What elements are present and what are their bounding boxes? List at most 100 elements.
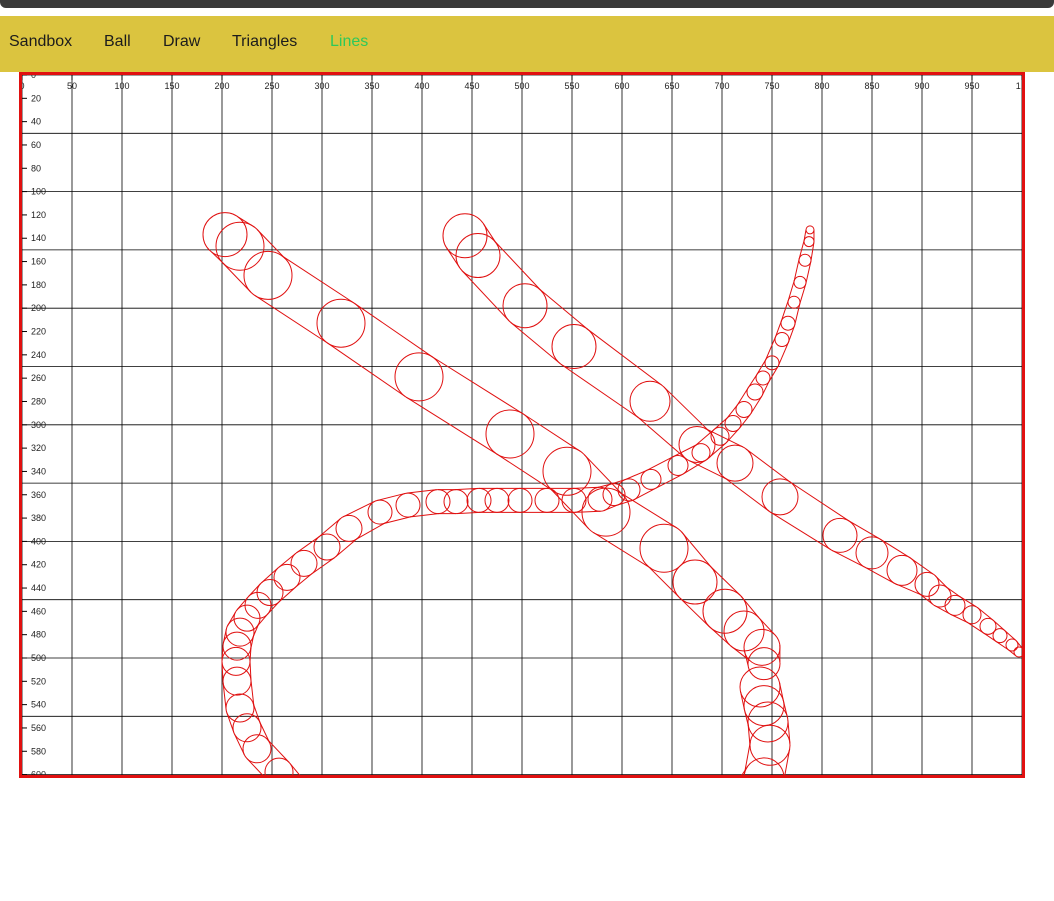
- x-tick-label: 600: [614, 81, 629, 91]
- stroke-circle: [273, 563, 301, 591]
- stroke-edge: [847, 520, 880, 540]
- stroke-circle: [1005, 638, 1019, 652]
- x-tick-label: 850: [864, 81, 879, 91]
- stroke-circle: [710, 426, 730, 446]
- x-tick-label: 0: [22, 81, 25, 91]
- stroke-circle: [264, 757, 294, 775]
- stroke-circle: [551, 324, 597, 370]
- stroke-circle: [290, 549, 318, 577]
- stroke-circle: [793, 275, 807, 289]
- y-tick-label: 180: [31, 280, 46, 290]
- stroke-circle: [716, 444, 754, 482]
- stroke-edge: [787, 280, 795, 301]
- stroke-circle: [805, 225, 815, 235]
- grid-lines: [22, 75, 1022, 775]
- y-tick-label: 140: [31, 233, 46, 243]
- stroke-circle: [780, 315, 796, 331]
- y-tick-label: 600: [31, 770, 46, 775]
- stroke-circle: [313, 533, 341, 561]
- y-tick-label: 440: [31, 583, 46, 593]
- stroke-circle: [667, 454, 689, 476]
- y-tick-label: 500: [31, 653, 46, 663]
- stroke-circle: [747, 701, 789, 743]
- x-tick-label: 250: [264, 81, 279, 91]
- y-tick-label: 560: [31, 723, 46, 733]
- stroke-edge: [750, 395, 763, 414]
- stroke-circle: [691, 443, 711, 463]
- stroke-edge: [431, 356, 524, 415]
- stroke-edge: [342, 501, 375, 518]
- stroke-edge: [655, 473, 683, 489]
- drawing-canvas[interactable]: 0501001502002503003504004505005506006507…: [19, 72, 1025, 778]
- y-tick-label: 520: [31, 676, 46, 686]
- y-tick-label: 360: [31, 490, 46, 500]
- stroke-circle: [534, 487, 560, 513]
- stroke-circle: [755, 370, 771, 386]
- x-tick-label: 450: [464, 81, 479, 91]
- top-spacer: [0, 8, 1054, 16]
- nav-link-lines[interactable]: Lines: [330, 33, 368, 51]
- stroke-circle: [395, 492, 421, 518]
- stroke-edge: [461, 270, 510, 322]
- stroke-circle: [502, 283, 548, 329]
- canvas-svg[interactable]: 0501001502002503003504004505005506006507…: [22, 75, 1022, 775]
- x-tick-label: 950: [964, 81, 979, 91]
- stroke-circle: [724, 414, 742, 432]
- x-tick-label: 650: [664, 81, 679, 91]
- stroke-circle: [992, 628, 1008, 644]
- stroke-circle: [739, 666, 781, 708]
- stroke-circle: [485, 409, 535, 459]
- browser-top-edge: [0, 0, 1054, 8]
- y-tick-label: 200: [31, 303, 46, 313]
- stroke-circle: [803, 236, 815, 248]
- y-tick-label: 380: [31, 513, 46, 523]
- nav-link-triangles[interactable]: Triangles: [232, 33, 297, 51]
- stroke-edge: [354, 303, 433, 358]
- y-tick-label: 340: [31, 466, 46, 476]
- stroke-circle: [886, 554, 918, 586]
- y-tick-label: 240: [31, 350, 46, 360]
- y-tick-label: 400: [31, 536, 46, 546]
- x-tick-label: 1,0: [1016, 81, 1022, 91]
- y-tick-label: 0: [31, 75, 36, 80]
- stroke-edge: [493, 240, 542, 291]
- y-tick-label: 100: [31, 187, 46, 197]
- y-tick-label: 60: [31, 140, 41, 150]
- y-tick-label: 160: [31, 257, 46, 267]
- stroke-edge: [789, 481, 850, 522]
- stroke-edge: [831, 549, 865, 568]
- stroke-circle: [242, 734, 272, 764]
- stroke-circle: [455, 233, 501, 279]
- x-tick-label: 750: [764, 81, 779, 91]
- y-tick-label: 580: [31, 746, 46, 756]
- stroke-edge: [496, 453, 555, 492]
- stroke-circle: [561, 487, 587, 513]
- nav-link-ball[interactable]: Ball: [104, 33, 131, 51]
- x-tick-label: 350: [364, 81, 379, 91]
- stroke-circle: [484, 487, 510, 513]
- nav-link-draw[interactable]: Draw: [163, 33, 200, 51]
- stroke-edge: [879, 538, 910, 558]
- y-tick-label: 40: [31, 117, 41, 127]
- x-tick-label: 400: [414, 81, 429, 91]
- stroke-circle: [735, 400, 753, 418]
- stroke-edge: [646, 456, 674, 471]
- stroke-edge: [222, 262, 252, 293]
- y-tick-label: 20: [31, 93, 41, 103]
- x-tick-label: 150: [164, 81, 179, 91]
- stroke-circle: [746, 383, 764, 401]
- y-tick-label: 300: [31, 420, 46, 430]
- stroke-circle: [914, 571, 940, 597]
- stroke-edge: [736, 387, 749, 406]
- x-tick-label: 300: [314, 81, 329, 91]
- stroke-circle: [587, 486, 613, 512]
- nav-link-sandbox[interactable]: Sandbox: [9, 33, 72, 51]
- drawn-strokes: [202, 212, 1022, 775]
- stroke-circle: [774, 332, 790, 348]
- y-tick-label: 260: [31, 373, 46, 383]
- stroke-circle: [944, 594, 966, 616]
- y-tick-label: 80: [31, 163, 41, 173]
- stroke-edge: [522, 413, 581, 452]
- y-tick-label: 320: [31, 443, 46, 453]
- stroke-edge: [560, 363, 639, 418]
